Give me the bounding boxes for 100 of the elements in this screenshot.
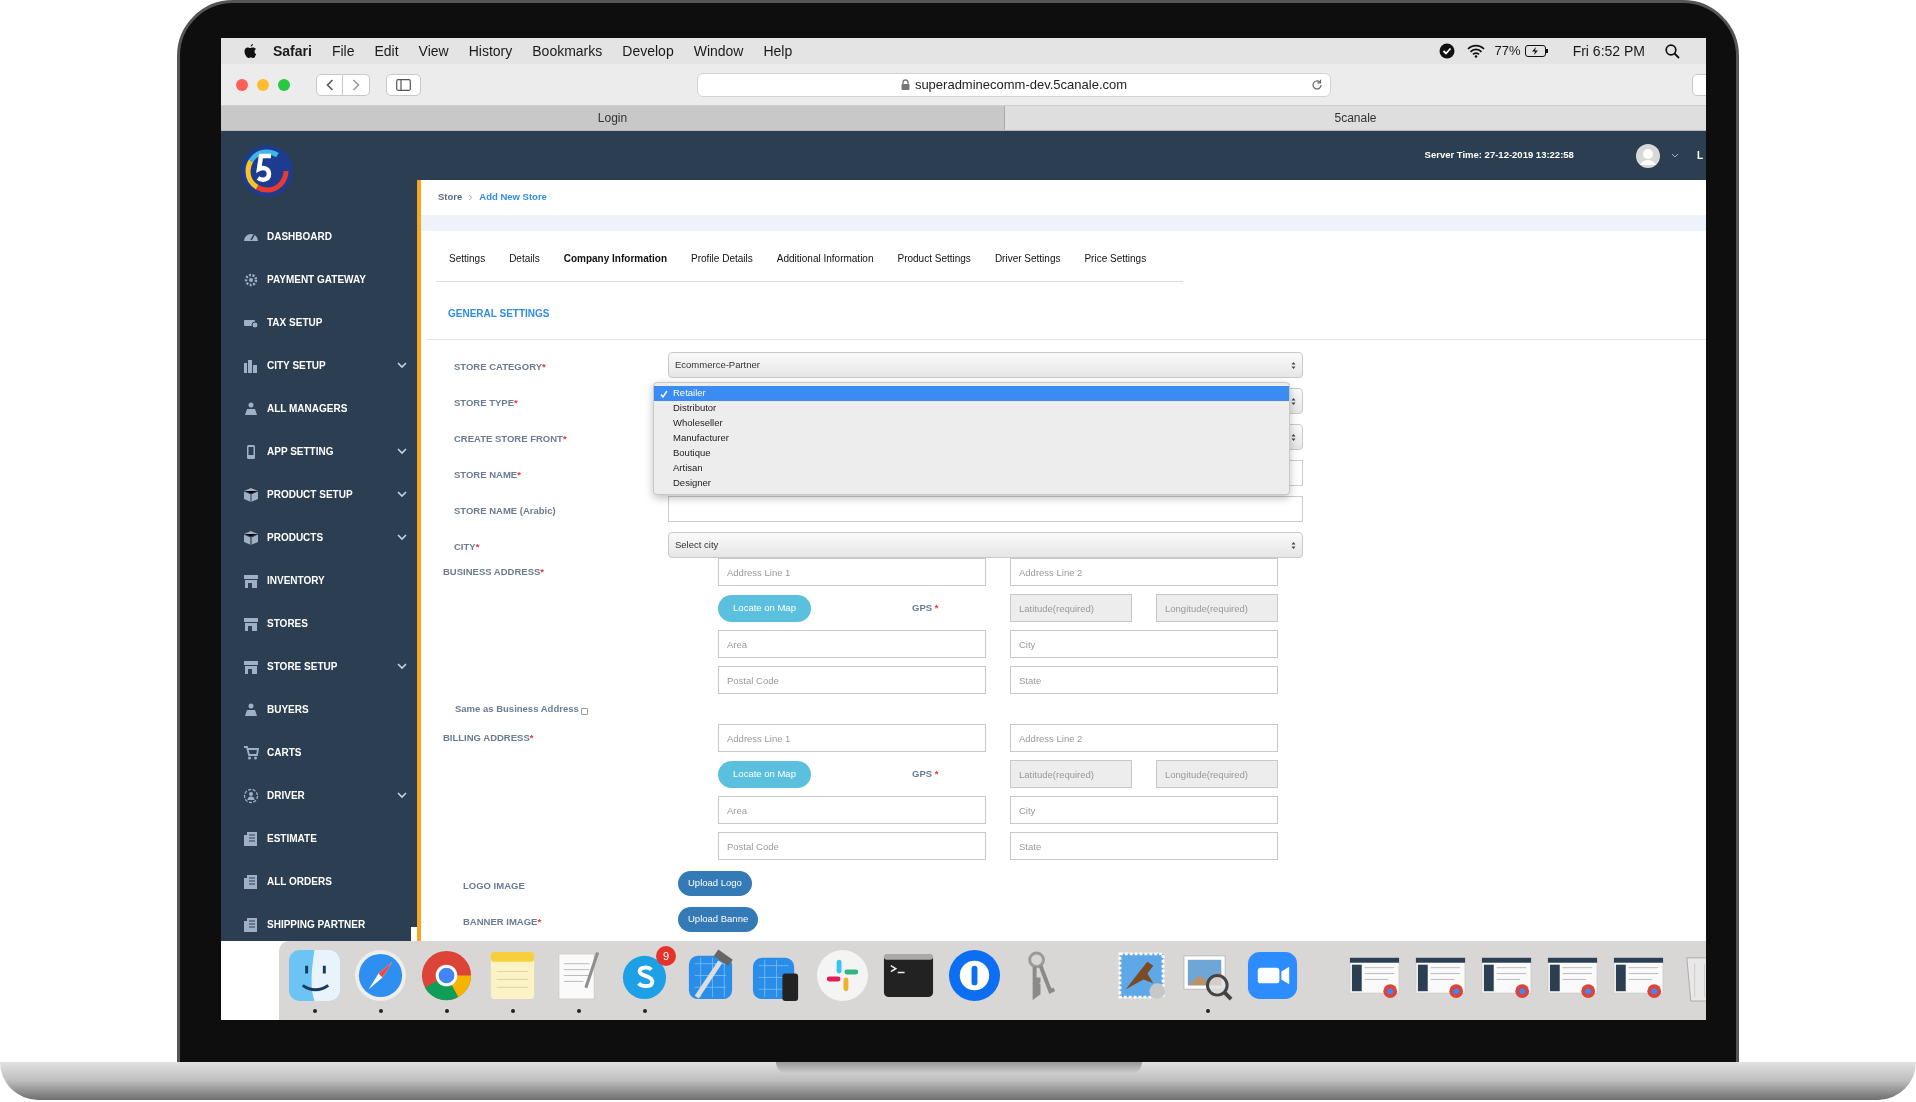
dropdown-option[interactable]: Designer (654, 476, 1289, 491)
reload-icon[interactable] (1311, 78, 1323, 91)
avatar-icon[interactable] (1635, 143, 1660, 168)
sidebar-item[interactable]: DASHBOARD (221, 215, 421, 258)
sidebar-item[interactable]: CITY SETUP (221, 344, 421, 387)
input-field[interactable]: Address Line 2 (1010, 724, 1278, 752)
breadcrumb-link[interactable]: Store (438, 190, 463, 205)
forward-button[interactable] (343, 73, 370, 96)
caret-icon[interactable] (1670, 153, 1679, 158)
chevron-down-icon (397, 792, 407, 799)
tricolor-circle-icon[interactable] (419, 948, 474, 1003)
form-tab[interactable]: Driver Settings (994, 251, 1061, 281)
logo-icon[interactable] (240, 144, 294, 198)
sidebar-icon (396, 78, 411, 91)
sidebar-item[interactable]: PRODUCTS (221, 516, 421, 559)
form-tab[interactable]: Company Information (563, 251, 668, 281)
sidebar-item[interactable]: PAYMENT GATEWAY (221, 258, 421, 301)
compass-icon[interactable] (353, 948, 408, 1003)
chevron-down-icon (397, 448, 407, 455)
sidebar-item[interactable]: TAX SETUP (221, 301, 421, 344)
address-bar[interactable]: superadminecomm-dev.5canale.com (697, 72, 1331, 97)
sidebar-item[interactable]: STORE SETUP (221, 645, 421, 688)
input-field[interactable]: Postal Code (718, 832, 986, 860)
checkbox-label: Same as Business Address (455, 701, 579, 716)
menu-item[interactable]: Edit (374, 40, 399, 62)
field-label: BANNER IMAGE* (463, 915, 542, 927)
input-field[interactable]: Area (718, 630, 986, 658)
sidebar-item[interactable]: ALL MANAGERS (221, 387, 421, 430)
input-field[interactable]: City (1010, 796, 1278, 824)
sidebar-item[interactable]: APP SETTING (221, 430, 421, 473)
form-tab[interactable]: Settings (449, 251, 486, 281)
checkbox[interactable] (580, 708, 588, 715)
form-tab[interactable]: Additional Information (776, 251, 874, 281)
scrollbar-thumb[interactable] (411, 927, 418, 941)
input-field[interactable]: Address Line 1 (718, 558, 986, 586)
wifi-icon[interactable] (1466, 44, 1485, 58)
sidebar-button[interactable] (386, 73, 421, 96)
select-field[interactable]: Ecommerce-Partner (668, 352, 1303, 378)
sidebar-item[interactable]: CARTS (221, 731, 421, 774)
browser-tab[interactable]: Login (221, 106, 1005, 130)
sidebar-item[interactable]: PRODUCT SETUP (221, 473, 421, 516)
back-button[interactable] (316, 73, 343, 96)
sidebar-item[interactable]: SHIPPING PARTNER (221, 903, 421, 941)
browser-tab[interactable]: 5canale (1005, 106, 1706, 130)
app-menu[interactable]: Safari (273, 40, 312, 62)
apple-icon[interactable] (243, 43, 257, 59)
sidebar-item[interactable]: ESTIMATE (221, 817, 421, 860)
dropdown-option[interactable]: Distributor (654, 401, 1289, 416)
breadcrumb-link[interactable]: Add New Store (479, 190, 547, 205)
dropdown-option[interactable]: Artisan (654, 461, 1289, 476)
battery-icon[interactable] (1524, 45, 1549, 57)
menu-item[interactable]: Develop (622, 40, 674, 62)
form-tab[interactable]: Profile Details (691, 251, 753, 281)
input-field[interactable]: Address Line 1 (718, 724, 986, 752)
notification-badge: 9 (656, 946, 676, 966)
form-tab[interactable]: Details (509, 251, 540, 281)
sidebar-item[interactable]: ALL ORDERS (221, 860, 421, 903)
keyhole-icon[interactable] (947, 948, 1002, 1003)
clock[interactable]: Fri 6:52 PM (1572, 40, 1645, 62)
menu-item[interactable]: History (468, 40, 513, 62)
field-label: BUSINESS ADDRESS* (443, 566, 544, 577)
sidebar-item[interactable]: DRIVER (221, 774, 421, 817)
input-field[interactable]: State (1010, 666, 1278, 694)
text-field[interactable] (668, 496, 1303, 522)
dropdown-option[interactable]: Wholeseller (654, 416, 1289, 431)
chevron-left-icon (325, 78, 334, 91)
form-tab[interactable]: Product Settings (897, 251, 971, 281)
input-field[interactable]: Address Line 2 (1010, 558, 1278, 586)
field-label: BILLING ADDRESS* (443, 732, 534, 743)
updown-arrows-icon (1291, 396, 1296, 406)
chevron-right-icon (468, 194, 474, 201)
dropdown-option[interactable]: Manufacturer (654, 431, 1289, 446)
upload-button[interactable]: Upload Banne (678, 907, 759, 932)
field-label: STORE CATEGORY* (454, 361, 546, 372)
sidebar-item[interactable]: INVENTORY (221, 559, 421, 602)
field-label: STORE NAME (Arabic) (454, 505, 556, 516)
input-field[interactable]: Postal Code (718, 666, 986, 694)
dropdown-option[interactable]: Boutique (654, 446, 1289, 461)
upload-button[interactable]: Upload Logo (678, 871, 752, 896)
sidebar-item[interactable]: BUYERS (221, 688, 421, 731)
select-field[interactable]: Select city (668, 532, 1303, 558)
input-field[interactable]: State (1010, 832, 1278, 860)
menu-item[interactable]: Bookmarks (532, 40, 603, 62)
input-field[interactable]: City (1010, 630, 1278, 658)
menu-item[interactable]: File (331, 40, 355, 62)
menu-item[interactable]: Help (763, 40, 793, 62)
form-tab[interactable]: Price Settings (1084, 251, 1147, 281)
field-label: STORE TYPE* (454, 397, 518, 408)
cart-icon (243, 744, 259, 761)
user-menu[interactable]: L (1696, 148, 1703, 163)
url-text: superadminecomm-dev.5canale.com (914, 75, 1128, 94)
checkmark-shield-icon[interactable] (1438, 43, 1455, 59)
sidebar-item[interactable]: STORES (221, 602, 421, 645)
input-field[interactable]: Area (718, 796, 986, 824)
two-tone-face-icon[interactable] (287, 948, 342, 1003)
checkmark-icon (660, 390, 668, 398)
search-icon[interactable] (1665, 43, 1680, 59)
menu-item[interactable]: View (418, 40, 449, 62)
menu-item[interactable]: Window (693, 40, 744, 62)
document-icon (243, 873, 259, 890)
